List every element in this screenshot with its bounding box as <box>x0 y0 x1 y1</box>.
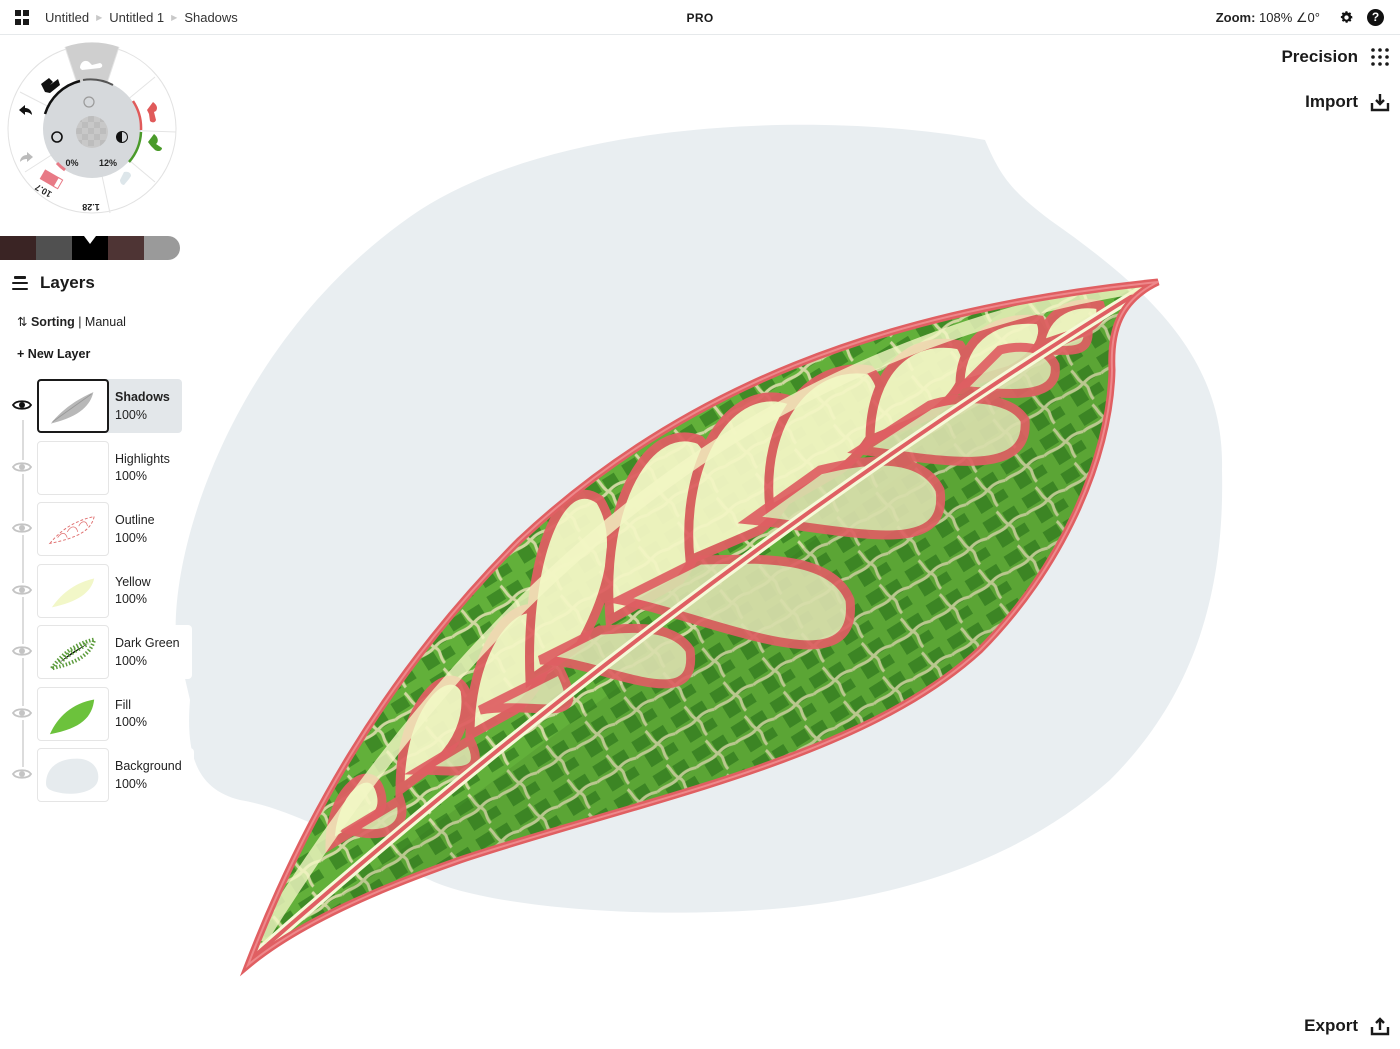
layer-thumbnail[interactable] <box>37 748 109 802</box>
layer-name: Shadows <box>115 390 170 404</box>
opacity-value: 0% <box>65 158 78 168</box>
layer-row[interactable]: Background 100% <box>0 748 200 802</box>
sorting-value: Manual <box>84 315 126 329</box>
drawing-canvas[interactable] <box>0 36 1400 1049</box>
sorting-label: Sorting <box>30 315 75 329</box>
layer-thumbnail[interactable] <box>37 563 109 618</box>
layer-row[interactable]: Highlights 100% <box>0 440 200 495</box>
layer-name: Background <box>115 759 182 773</box>
gear-icon[interactable] <box>1339 10 1354 25</box>
new-layer-button[interactable]: + New Layer <box>17 347 90 361</box>
color-swatch[interactable] <box>36 236 72 260</box>
zoom-readout[interactable]: Zoom: 108% ∠0° <box>1216 10 1320 26</box>
weight-value: 1.28 <box>82 202 100 212</box>
zoom-value: 108% <box>1259 10 1293 25</box>
layer-name: Yellow <box>115 574 151 589</box>
color-swatch[interactable] <box>108 236 144 260</box>
layer-opacity: 100% <box>115 653 147 668</box>
pro-badge[interactable]: PRO <box>0 11 1400 25</box>
sorting-control[interactable]: ⇅ Sorting | Manual <box>17 314 126 329</box>
layers-menu-icon[interactable] <box>12 276 28 290</box>
layer-card[interactable]: Background 100% <box>37 748 194 802</box>
color-swatch[interactable] <box>72 236 108 260</box>
layer-opacity: 100% <box>115 715 147 729</box>
new-layer-label: New Layer <box>27 347 91 361</box>
layer-opacity: 100% <box>115 469 147 483</box>
layer-row[interactable]: Shadows 100% <box>0 379 200 433</box>
layer-card[interactable]: Fill 100% <box>37 686 159 741</box>
layer-opacity: 100% <box>115 776 147 791</box>
sort-arrows-icon: ⇅ <box>17 315 28 329</box>
top-bar: Untitled ▶ Untitled 1 ▶ Shadows PRO Zoom… <box>0 0 1400 35</box>
color-swatch[interactable] <box>144 236 180 260</box>
visibility-eye-icon[interactable] <box>12 521 32 535</box>
visibility-eye-icon[interactable] <box>12 398 32 412</box>
layer-thumbnail[interactable] <box>37 686 109 741</box>
layer-thumbnail[interactable] <box>37 502 109 556</box>
opacity-checker-icon <box>76 116 108 148</box>
layer-name: Fill <box>115 697 131 712</box>
layer-opacity: 100% <box>115 530 147 545</box>
layers-title: Layers <box>40 273 95 292</box>
layer-row[interactable]: Fill 100% <box>0 686 200 741</box>
layer-thumbnail[interactable] <box>37 440 109 495</box>
smoothing-value: 12% <box>99 158 117 168</box>
layer-card[interactable]: Shadows 100% <box>37 379 182 433</box>
visibility-eye-icon[interactable] <box>12 644 32 658</box>
tool-wheel[interactable]: 0% 12% 10.7 1.28 <box>5 42 180 217</box>
layer-name: Dark Green <box>115 636 180 650</box>
visibility-eye-icon[interactable] <box>12 459 32 474</box>
visibility-eye-icon[interactable] <box>12 767 32 781</box>
layer-name: Highlights <box>115 451 170 466</box>
layers-header[interactable]: Layers <box>12 273 95 293</box>
layer-opacity: 100% <box>115 592 147 606</box>
layer-card[interactable]: Outline 100% <box>37 502 167 556</box>
layer-row[interactable]: Outline 100% <box>0 502 200 556</box>
layer-thumbnail[interactable] <box>37 379 109 433</box>
rotation-value: ∠0° <box>1295 10 1320 25</box>
plus-icon: + <box>17 347 25 361</box>
help-icon[interactable]: ? <box>1367 9 1384 26</box>
layer-card[interactable]: Highlights 100% <box>37 440 182 495</box>
layer-row[interactable]: Yellow 100% <box>0 563 200 618</box>
color-swatch-bar <box>0 236 180 260</box>
layer-name: Outline <box>115 513 155 527</box>
zoom-label: Zoom: <box>1215 10 1256 25</box>
visibility-eye-icon[interactable] <box>12 705 32 720</box>
visibility-eye-icon[interactable] <box>12 582 32 597</box>
layer-card[interactable]: Yellow 100% <box>37 563 163 618</box>
color-swatch[interactable] <box>0 236 36 260</box>
layer-card[interactable]: Dark Green 100% <box>37 625 192 679</box>
layer-thumbnail[interactable] <box>37 625 109 679</box>
layer-row[interactable]: Dark Green 100% <box>0 625 200 679</box>
layer-opacity: 100% <box>115 407 147 422</box>
